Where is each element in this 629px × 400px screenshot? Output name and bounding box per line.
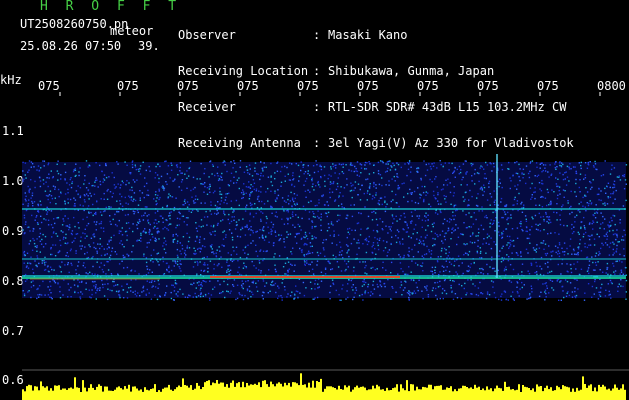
info-row-observer: Observer: Masaki Kano — [178, 28, 407, 42]
meteor-label: meteor — [110, 24, 154, 38]
spectrogram — [22, 92, 629, 400]
signal-level-bars — [22, 373, 626, 400]
info-sep: : — [313, 28, 321, 42]
info-value: Masaki Kano — [328, 28, 408, 42]
noise-field — [22, 160, 628, 301]
info-label: Observer — [178, 28, 236, 42]
program-title: H R O F F T — [40, 0, 182, 14]
datetime-label: 25.08.26 07:50 — [20, 39, 122, 53]
count-label: 39. — [138, 39, 160, 53]
